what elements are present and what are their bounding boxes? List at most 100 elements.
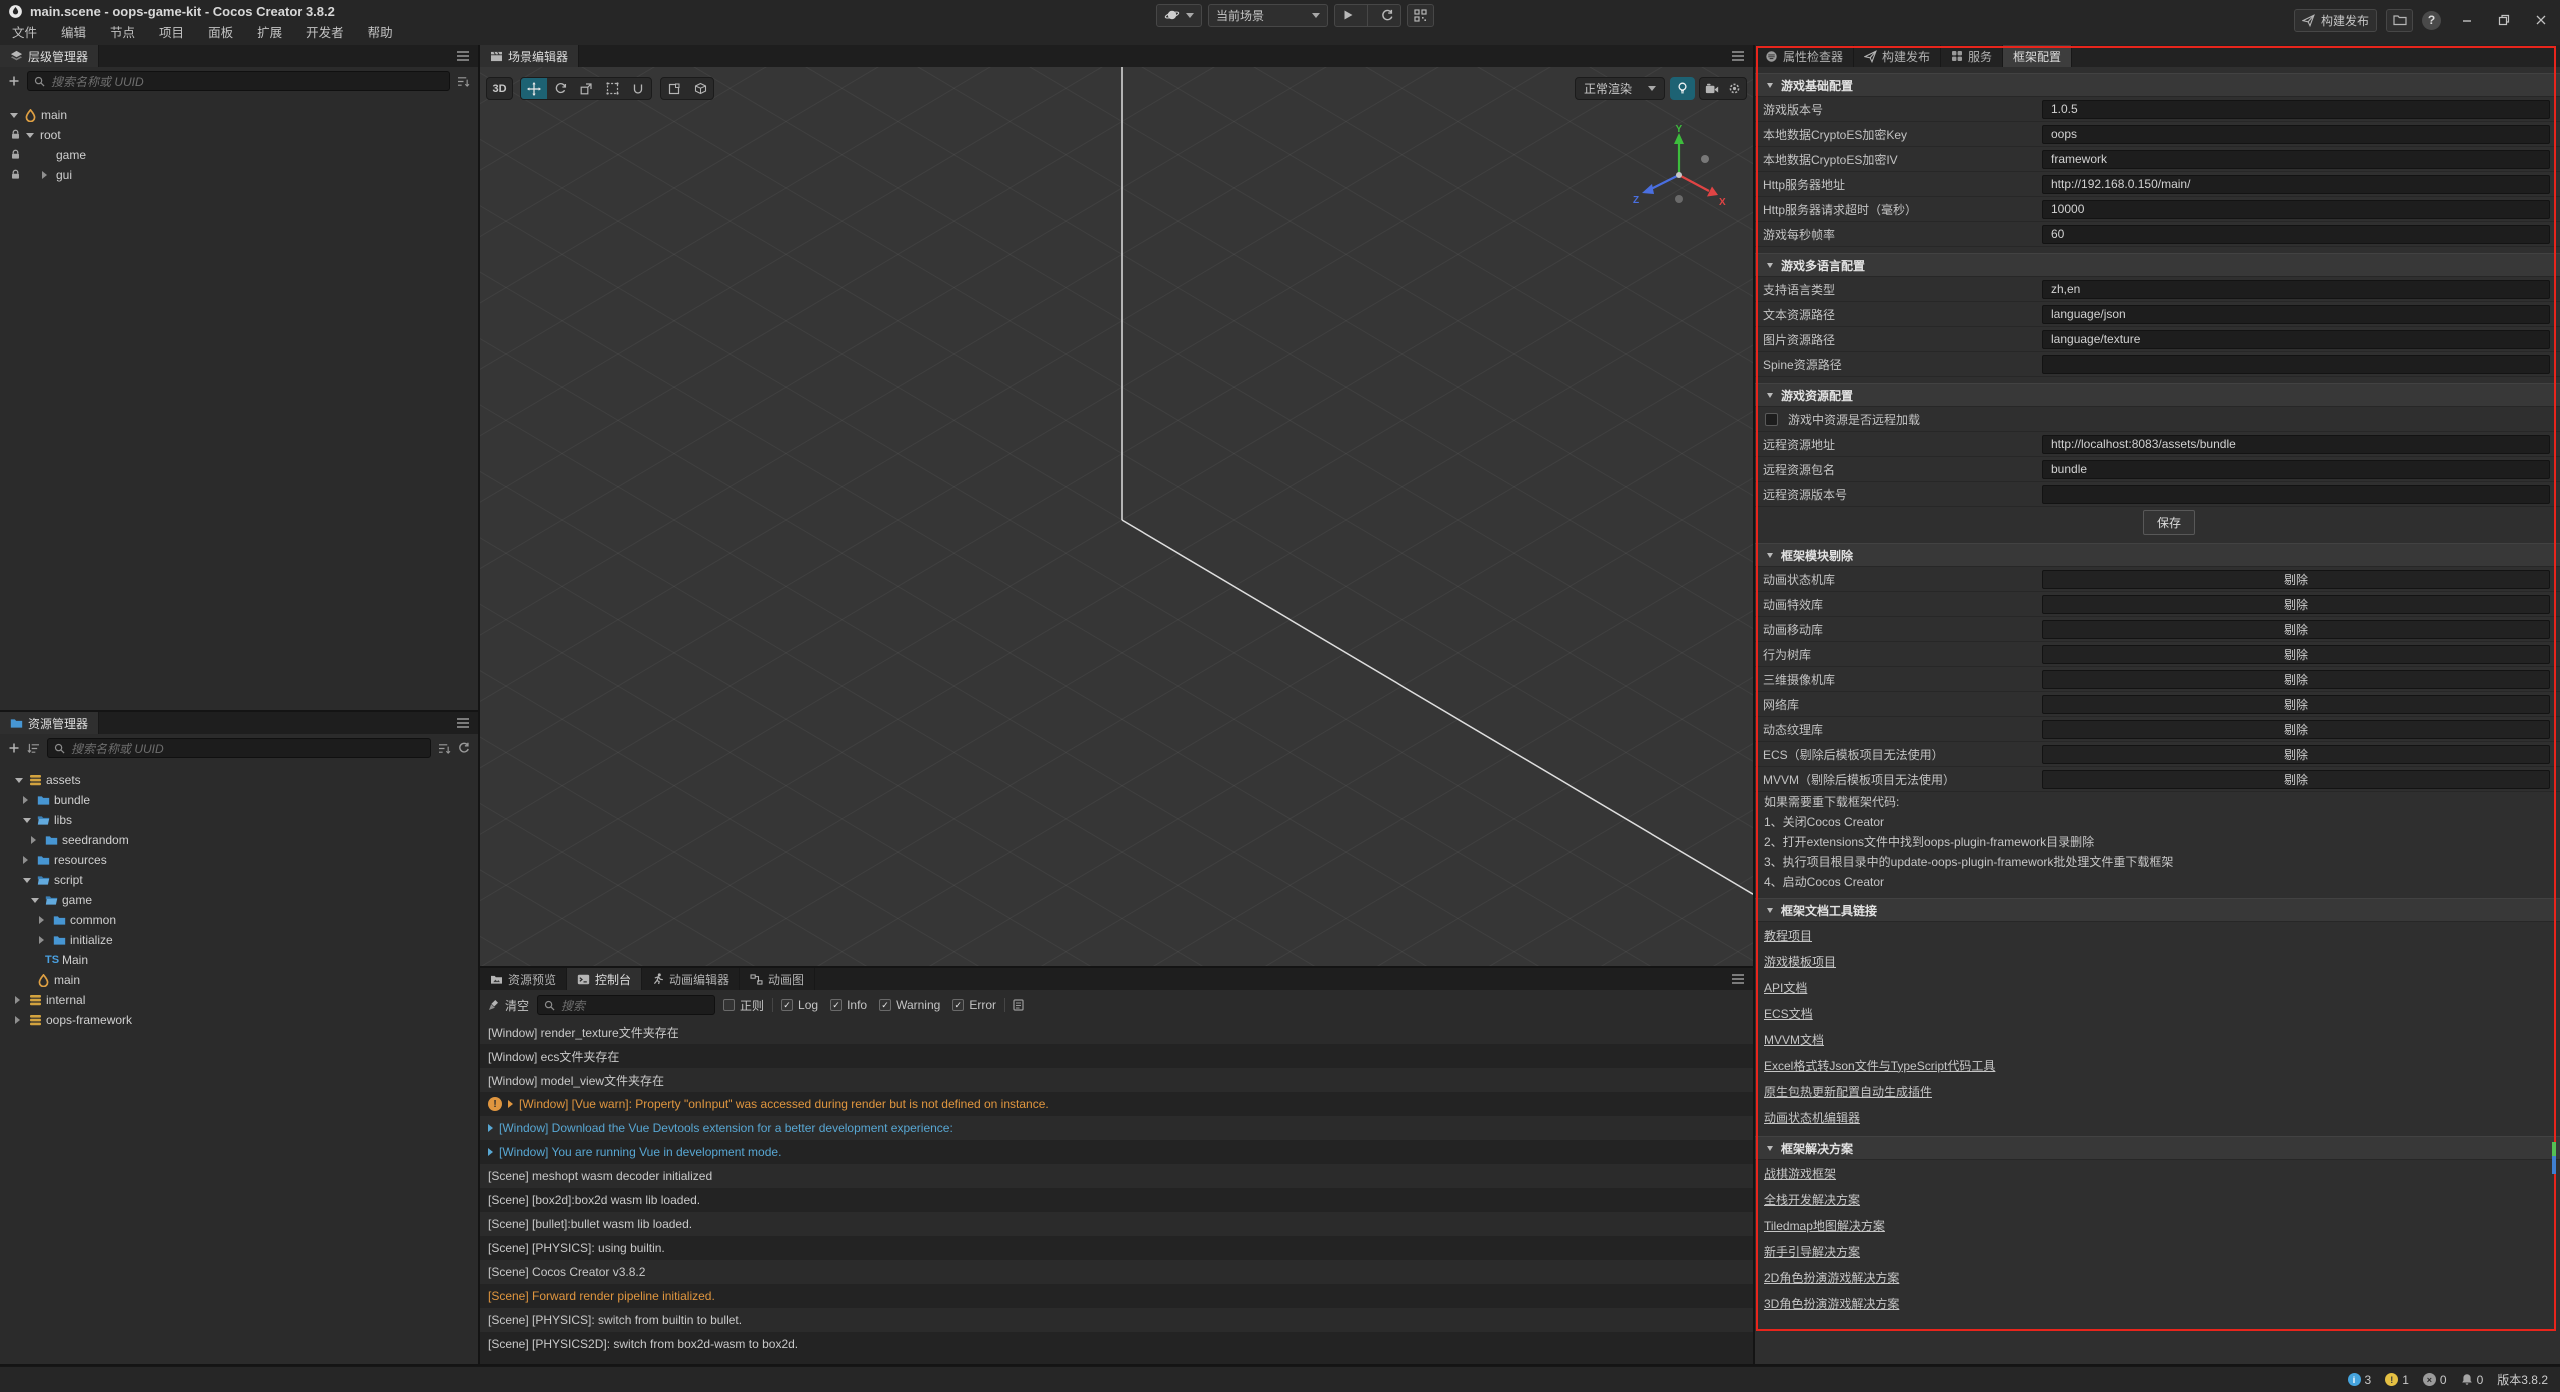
doc-link[interactable]: ECS文档 xyxy=(1764,1005,1813,1022)
scene-select-dropdown[interactable]: 当前场景 xyxy=(1208,4,1328,27)
filter-button[interactable] xyxy=(438,743,451,754)
rect-tool-button[interactable] xyxy=(599,78,625,99)
restart-button[interactable] xyxy=(1374,5,1400,26)
expand-chevron-icon[interactable] xyxy=(508,1100,513,1108)
module-remove-button[interactable]: 剔除 xyxy=(2042,695,2550,714)
coord-toggle-button[interactable] xyxy=(687,78,713,99)
scale-tool-button[interactable] xyxy=(573,78,599,99)
doc-link[interactable]: 全栈开发解决方案 xyxy=(1764,1191,1860,1208)
doc-link[interactable]: 2D角色扮演游戏解决方案 xyxy=(1764,1269,1899,1286)
console-message[interactable]: [Window] model_view文件夹存在 xyxy=(480,1068,1753,1092)
chevron-down-icon[interactable] xyxy=(23,878,37,883)
status-info[interactable]: i3 xyxy=(2348,1373,2372,1387)
section-header[interactable]: 框架文档工具链接 xyxy=(1755,898,2560,922)
scene-viewport[interactable]: 3D 正常渲染 Y X xyxy=(480,67,1753,966)
help-button[interactable]: ? xyxy=(2422,11,2441,30)
console-message[interactable]: [Scene] [PHYSICS]: using builtin. xyxy=(480,1236,1753,1260)
doc-link[interactable]: 3D角色扮演游戏解决方案 xyxy=(1764,1295,1899,1312)
section-header[interactable]: 框架解决方案 xyxy=(1755,1136,2560,1160)
chevron-right-icon[interactable] xyxy=(23,856,37,864)
menu-item[interactable]: 开发者 xyxy=(294,22,356,45)
hamburger-icon[interactable] xyxy=(456,718,470,728)
section-header[interactable]: 框架模块剔除 xyxy=(1755,543,2560,567)
asset-node[interactable]: TSMain xyxy=(0,950,478,970)
chevron-down-icon[interactable] xyxy=(15,778,29,783)
asset-node[interactable]: main xyxy=(0,970,478,990)
asset-node[interactable]: common xyxy=(0,910,478,930)
log-file-button[interactable] xyxy=(1013,999,1024,1011)
field-input[interactable]: 1.0.5 xyxy=(2042,100,2550,119)
tab-属性检查器[interactable]: 属性检查器 xyxy=(1755,45,1854,67)
tab-控制台[interactable]: 控制台 xyxy=(567,968,642,990)
section-header[interactable]: 游戏资源配置 xyxy=(1755,383,2560,407)
section-header[interactable]: 游戏基础配置 xyxy=(1755,73,2560,97)
render-mode-dropdown[interactable]: 正常渲染 xyxy=(1575,77,1665,100)
chevron-down-icon[interactable] xyxy=(23,818,37,823)
module-remove-button[interactable]: 剔除 xyxy=(2042,770,2550,789)
doc-link[interactable]: Tiledmap地图解决方案 xyxy=(1764,1217,1885,1234)
minimize-button[interactable] xyxy=(2456,14,2478,26)
status-error[interactable]: ×0 xyxy=(2423,1373,2447,1387)
console-message[interactable]: [Window] You are running Vue in developm… xyxy=(480,1140,1753,1164)
doc-link[interactable]: API文档 xyxy=(1764,979,1807,996)
filter-info-checkbox[interactable]: ✓Info xyxy=(830,998,867,1012)
console-message[interactable]: [Window] ecs文件夹存在 xyxy=(480,1044,1753,1068)
module-remove-button[interactable]: 剔除 xyxy=(2042,620,2550,639)
tab-构建发布[interactable]: 构建发布 xyxy=(1854,45,1941,67)
console-message[interactable]: [Window] Download the Vue Devtools exten… xyxy=(480,1116,1753,1140)
chevron-down-icon[interactable] xyxy=(26,133,40,138)
pivot-toggle-button[interactable] xyxy=(661,78,687,99)
play-button[interactable] xyxy=(1335,5,1361,26)
regex-checkbox[interactable]: 正则 xyxy=(723,997,764,1014)
scrollbar-thumb[interactable] xyxy=(2552,1156,2556,1174)
console-message[interactable]: [Scene] Forward render pipeline initiali… xyxy=(480,1284,1753,1308)
lighting-toggle-button[interactable] xyxy=(1670,77,1695,100)
chevron-right-icon[interactable] xyxy=(39,916,53,924)
doc-link[interactable]: 教程项目 xyxy=(1764,927,1812,944)
hierarchy-node[interactable]: main xyxy=(0,105,478,125)
tab-框架配置[interactable]: 框架配置 xyxy=(2003,45,2072,67)
assets-search-input[interactable]: 搜索名称或 UUID xyxy=(47,738,431,758)
doc-link[interactable]: 战棋游戏框架 xyxy=(1764,1165,1836,1182)
clear-console-button[interactable]: 清空 xyxy=(488,997,529,1014)
tab-assets[interactable]: 资源管理器 xyxy=(0,712,99,734)
chevron-right-icon[interactable] xyxy=(15,1016,29,1024)
menu-item[interactable]: 文件 xyxy=(0,22,49,45)
hamburger-icon[interactable] xyxy=(1731,974,1745,984)
asset-node[interactable]: resources xyxy=(0,850,478,870)
section-header[interactable]: 游戏多语言配置 xyxy=(1755,253,2560,277)
build-publish-button[interactable]: 构建发布 xyxy=(2294,9,2377,32)
chevron-down-icon[interactable] xyxy=(10,113,24,118)
field-input[interactable]: bundle xyxy=(2042,460,2550,479)
console-message[interactable]: [Scene] [PHYSICS2D]: switch from box2d-w… xyxy=(480,1332,1753,1356)
axis-gizmo[interactable]: Y X Z xyxy=(1631,123,1727,219)
asset-node[interactable]: assets xyxy=(0,770,478,790)
remote-load-checkbox[interactable] xyxy=(1765,413,1778,426)
close-button[interactable] xyxy=(2530,14,2552,26)
asset-node[interactable]: oops-framework xyxy=(0,1010,478,1030)
module-remove-button[interactable]: 剔除 xyxy=(2042,720,2550,739)
field-input[interactable] xyxy=(2042,485,2550,504)
status-warning[interactable]: !1 xyxy=(2385,1373,2409,1387)
field-input[interactable]: 10000 xyxy=(2042,200,2550,219)
doc-link[interactable]: MVVM文档 xyxy=(1764,1031,1824,1048)
module-remove-button[interactable]: 剔除 xyxy=(2042,670,2550,689)
filter-button[interactable] xyxy=(457,76,470,87)
tab-scene-editor[interactable]: 场景编辑器 xyxy=(480,45,579,67)
asset-node[interactable]: script xyxy=(0,870,478,890)
open-project-folder-button[interactable] xyxy=(2386,9,2413,32)
field-input[interactable] xyxy=(2042,355,2550,374)
module-remove-button[interactable]: 剔除 xyxy=(2042,595,2550,614)
menu-item[interactable]: 项目 xyxy=(147,22,196,45)
chevron-right-icon[interactable] xyxy=(42,171,56,179)
scene-camera-button[interactable] xyxy=(1700,78,1723,99)
tab-动画编辑器[interactable]: 动画编辑器 xyxy=(642,968,740,990)
chevron-right-icon[interactable] xyxy=(23,796,37,804)
maximize-button[interactable] xyxy=(2493,14,2515,26)
doc-link[interactable]: Excel格式转Json文件与TypeScript代码工具 xyxy=(1764,1057,1995,1074)
save-button[interactable]: 保存 xyxy=(2143,510,2195,535)
chevron-right-icon[interactable] xyxy=(31,836,45,844)
module-remove-button[interactable]: 剔除 xyxy=(2042,645,2550,664)
doc-link[interactable]: 原生包热更新配置自动生成插件 xyxy=(1764,1083,1932,1100)
chevron-right-icon[interactable] xyxy=(15,996,29,1004)
